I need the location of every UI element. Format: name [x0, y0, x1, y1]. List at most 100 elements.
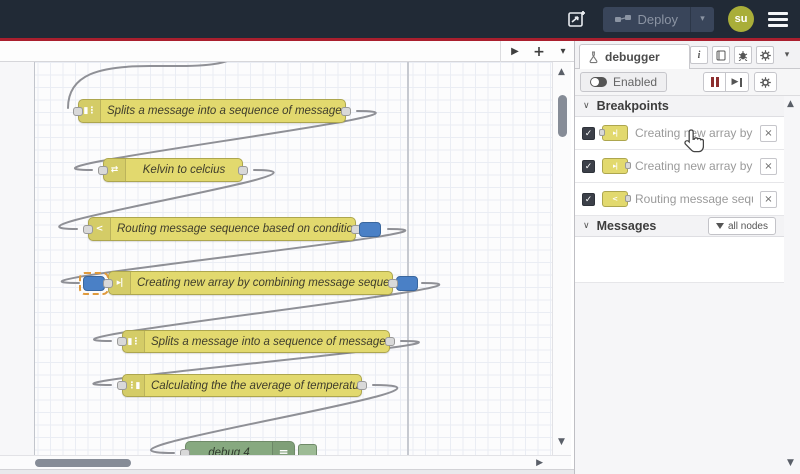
messages-section-header[interactable]: ∨ Messages all nodes — [575, 216, 784, 237]
breakpoint-marker-selected[interactable] — [83, 276, 105, 291]
breakpoint-row[interactable]: ✓ < Routing message sequence ba × — [575, 183, 784, 216]
output-port[interactable] — [238, 166, 248, 175]
funnel-icon — [715, 223, 724, 229]
flask-icon — [589, 50, 598, 63]
hscroll-thumb[interactable] — [35, 459, 131, 467]
flow-canvas[interactable]: ▮⋮ Splits a message into a sequence of m… — [0, 62, 552, 455]
settings-tab-button[interactable] — [756, 46, 774, 64]
input-port[interactable] — [83, 225, 93, 234]
remove-breakpoint-button[interactable]: × — [760, 124, 777, 142]
sidebar-menu-caret-icon[interactable]: ▾ — [778, 46, 796, 64]
tab-scroll-right-icon[interactable]: ▶ — [504, 41, 526, 62]
tab-label: debugger — [605, 50, 660, 64]
debug-toggle-button[interactable] — [298, 444, 317, 455]
join-icon: ▸| — [612, 129, 618, 137]
debugger-settings-button[interactable] — [754, 72, 777, 92]
messages-empty-list — [575, 237, 784, 283]
breakpoint-checkbox[interactable]: ✓ — [582, 192, 595, 206]
book-icon — [716, 50, 726, 60]
chevron-down-icon: ∨ — [583, 221, 590, 231]
workspace-tabbar: ▶ + ▾ — [0, 41, 574, 62]
node-debug[interactable]: debug 4 ≡ — [180, 441, 317, 455]
enabled-label: Enabled — [613, 75, 658, 89]
input-port[interactable] — [117, 381, 127, 390]
node-label: Splits a message into a sequence of mess… — [107, 105, 345, 117]
node-join-selected[interactable]: ▸| Creating new array by combining messa… — [79, 271, 418, 295]
bug-icon — [738, 50, 748, 61]
join-icon: ▸| — [612, 162, 618, 170]
export-flow-icon[interactable] — [565, 7, 589, 31]
info-tab-button[interactable]: i — [690, 46, 708, 64]
remove-breakpoint-button[interactable]: × — [760, 157, 777, 175]
gear-icon — [760, 76, 771, 88]
node-chip: < — [602, 191, 631, 207]
port-icon — [599, 129, 605, 136]
pause-button[interactable] — [703, 72, 726, 92]
deploy-caret-icon[interactable]: ▾ — [690, 6, 714, 32]
breakpoint-checkbox[interactable]: ✓ — [582, 126, 595, 140]
node-label: Calculating the the average of temperatu… — [151, 379, 361, 392]
message-filter-button[interactable]: all nodes — [707, 217, 776, 235]
help-tab-button[interactable] — [712, 46, 730, 64]
port-icon — [625, 195, 631, 202]
sidebar-scrollbar[interactable]: ▲ ▼ — [784, 96, 800, 474]
node-split-1[interactable]: ▮⋮ Splits a message into a sequence of m… — [73, 99, 351, 123]
breakpoint-row[interactable]: ✓ ▸| Creating new array by combini × — [575, 117, 784, 150]
output-port[interactable] — [341, 107, 351, 116]
canvas-vscrollbar[interactable]: ▲ ▼ — [552, 62, 571, 455]
output-port[interactable] — [385, 337, 395, 346]
breakpoint-checkbox[interactable]: ✓ — [582, 159, 595, 173]
debugger-enabled-toggle[interactable]: Enabled — [580, 72, 668, 92]
output-port[interactable] — [357, 381, 367, 390]
section-title: Breakpoints — [596, 99, 669, 113]
node-chip: ▸| — [599, 125, 628, 141]
scroll-down-icon[interactable]: ▼ — [787, 459, 794, 468]
toggle-icon — [590, 77, 607, 87]
debug-icon: ≡ — [272, 442, 294, 455]
scroll-down-icon[interactable]: ▼ — [558, 438, 565, 447]
input-port[interactable] — [73, 107, 83, 116]
input-port[interactable] — [117, 337, 127, 346]
node-label: Splits a message into a sequence of mess… — [151, 335, 389, 348]
node-switch[interactable]: < Routing message sequence based on cond… — [83, 217, 381, 241]
input-port[interactable] — [98, 166, 108, 175]
breakpoint-label: Routing message sequence ba — [635, 192, 753, 206]
breakpoints-section-header[interactable]: ∨ Breakpoints — [575, 96, 784, 117]
node-label: Creating new array by combining message … — [137, 277, 392, 289]
tab-debugger[interactable]: debugger — [579, 44, 690, 69]
filter-label: all nodes — [727, 220, 768, 232]
input-port[interactable] — [103, 279, 113, 288]
deploy-node-icon — [614, 15, 631, 22]
breakpoint-label: Creating new array by combini — [635, 126, 753, 140]
node-split-2[interactable]: ▮⋮ Splits a message into a sequence of m… — [117, 330, 395, 353]
breakpoint-marker[interactable] — [396, 276, 418, 291]
canvas-hscrollbar[interactable]: ▶ — [0, 455, 571, 469]
deploy-button[interactable]: Deploy ▾ — [602, 6, 714, 32]
breakpoint-label: Creating new array by combini — [635, 159, 753, 173]
chevron-down-icon: ∨ — [583, 101, 590, 111]
sidebar: debugger i ▾ Enabled ▶ ▲ ▼ ∨ Breakpoints… — [574, 41, 800, 474]
step-button[interactable]: ▶ — [726, 72, 749, 92]
node-change[interactable]: ⇄ Kelvin to celcius — [98, 158, 248, 182]
node-join-average[interactable]: ⋮▮ Calculating the the average of temper… — [117, 374, 367, 397]
remove-breakpoint-button[interactable]: × — [760, 190, 777, 208]
flow-list-icon[interactable]: ▾ — [552, 41, 574, 62]
scroll-up-icon[interactable]: ▲ — [558, 68, 565, 77]
scroll-right-icon[interactable]: ▶ — [536, 459, 543, 468]
debugger-toolbar: Enabled ▶ — [575, 69, 800, 96]
vscroll-thumb[interactable] — [558, 95, 567, 137]
debugger-panel: ▲ ▼ ∨ Breakpoints ✓ ▸| Creating new arra… — [575, 96, 800, 474]
breakpoint-row[interactable]: ✓ ▸| Creating new array by combini × — [575, 150, 784, 183]
deploy-label: Deploy — [637, 11, 678, 27]
user-avatar[interactable]: su — [728, 6, 754, 32]
menu-icon[interactable] — [768, 11, 788, 27]
output-port[interactable] — [388, 279, 398, 288]
debug-tab-button[interactable] — [734, 46, 752, 64]
step-icon: ▶ — [731, 77, 739, 87]
sidebar-tabbar: debugger i ▾ — [575, 41, 800, 69]
add-flow-button[interactable]: + — [528, 41, 550, 62]
scroll-up-icon[interactable]: ▲ — [787, 100, 794, 109]
node-chip: ▸| — [602, 158, 631, 174]
breakpoint-marker[interactable] — [359, 222, 381, 237]
switch-icon: < — [612, 195, 618, 203]
